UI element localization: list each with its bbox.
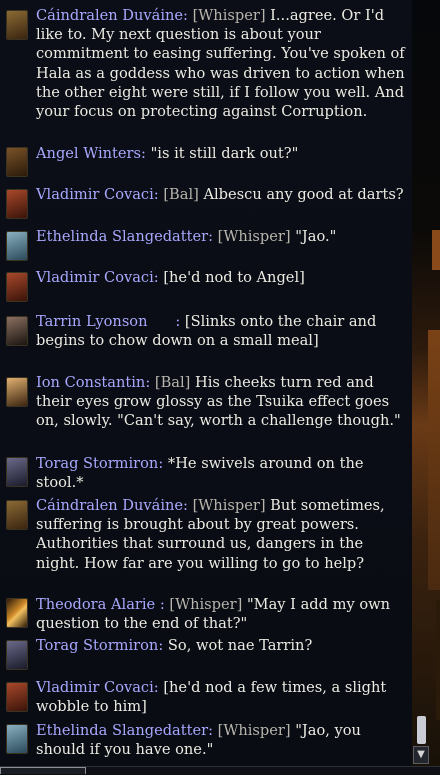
channel-tag: [Whisper] xyxy=(192,7,266,24)
scrollbar-thumb[interactable] xyxy=(417,716,426,744)
portrait-vladimir xyxy=(6,682,28,712)
message-text: "Jao." xyxy=(295,228,337,245)
speaker-name[interactable]: Vladimir Covaci: xyxy=(36,679,159,696)
speaker-name[interactable]: Theodora Alarie : xyxy=(36,596,165,613)
speaker-name[interactable]: Cáindralen Duváine: xyxy=(36,497,188,514)
portrait-caindralen xyxy=(6,500,28,530)
speaker-name[interactable]: Angel Winters: xyxy=(36,145,146,162)
channel-tag: [Whisper] xyxy=(169,596,243,613)
portrait-torag xyxy=(6,457,28,487)
message-text: So, wot nae Tarrin? xyxy=(167,637,313,654)
speaker-name[interactable]: Torag Stormiron: xyxy=(36,455,163,472)
portrait-vladimir xyxy=(6,272,28,302)
channel-tag: [Whisper] xyxy=(192,497,266,514)
chat-log: Cáindralen Duváine: [Whisper] I...agree.… xyxy=(0,0,412,768)
portrait-theodora xyxy=(6,598,28,628)
portrait-ethelinda xyxy=(6,724,28,754)
speaker-name[interactable]: Ethelinda Slangedatter: xyxy=(36,722,213,739)
speaker-name[interactable]: Vladimir Covaci: xyxy=(36,269,159,286)
message-text: "is it still dark out?" xyxy=(150,145,299,162)
speaker-name[interactable]: Tarrin Lyonson : xyxy=(36,313,180,330)
speaker-name[interactable]: Torag Stormiron: xyxy=(36,637,163,654)
message-text: Albescu any good at darts? xyxy=(203,186,404,203)
portrait-ion xyxy=(6,377,28,407)
speaker-name[interactable]: Ethelinda Slangedatter: xyxy=(36,228,213,245)
channel-tag: [Bal] xyxy=(163,186,199,203)
chat-tab[interactable] xyxy=(0,767,86,774)
speaker-name[interactable]: Ion Constantin: xyxy=(36,374,150,391)
speaker-name[interactable]: Vladimir Covaci: xyxy=(36,186,159,203)
portrait-ethelinda xyxy=(6,231,28,261)
speaker-name[interactable]: Cáindralen Duváine: xyxy=(36,7,188,24)
message-text: [he'd nod to Angel] xyxy=(163,269,305,286)
portrait-vladimir xyxy=(6,189,28,219)
channel-tag: [Whisper] xyxy=(217,722,291,739)
scroll-down-icon[interactable]: ▼ xyxy=(413,746,429,764)
channel-tag: [Bal] xyxy=(154,374,191,391)
game-world-background xyxy=(412,0,440,774)
portrait-angel xyxy=(6,147,28,177)
portrait-torag xyxy=(6,640,28,670)
channel-tag: [Whisper] xyxy=(217,228,291,245)
portrait-caindralen xyxy=(6,10,28,40)
portrait-tarrin xyxy=(6,316,28,346)
